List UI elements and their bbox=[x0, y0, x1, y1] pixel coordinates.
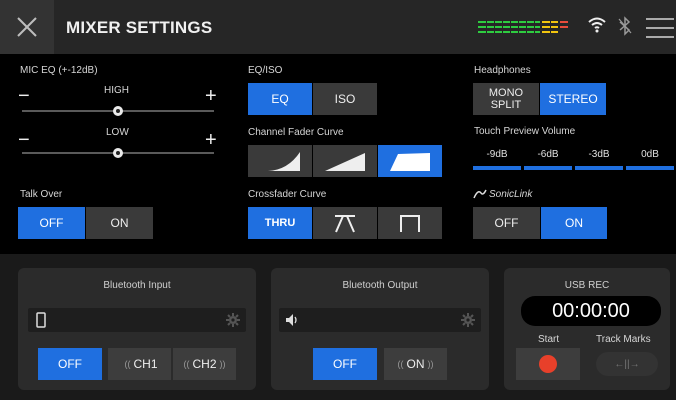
mic-eq-label: MIC EQ (+-12dB) bbox=[20, 65, 98, 76]
bluetooth-input-device-field[interactable] bbox=[28, 308, 246, 332]
bluetooth-output-on-button[interactable]: ((ON)) bbox=[384, 348, 447, 380]
crossfader-thru-button[interactable]: THRU bbox=[248, 207, 312, 239]
volume-bar-minus9 bbox=[473, 166, 521, 170]
on-label: ON bbox=[406, 357, 425, 371]
wave-left-icon: (( bbox=[183, 359, 190, 369]
fader-curve-fast-icon bbox=[390, 153, 430, 171]
soniclink-label: SonicLink bbox=[489, 188, 533, 200]
soniclink-on-button[interactable]: ON bbox=[541, 207, 607, 239]
bluetooth-input-panel: Bluetooth Input OFF ((CH1 ((CH2)) bbox=[18, 268, 256, 390]
mic-eq-high-plus[interactable]: + bbox=[205, 86, 217, 106]
bluetooth-status bbox=[618, 16, 632, 41]
crossfader-curve-cut-button[interactable] bbox=[313, 207, 377, 239]
volume-bar-minus3 bbox=[575, 166, 623, 170]
crossfader-curve-sharp-button[interactable] bbox=[378, 207, 442, 239]
volume-bar-minus6 bbox=[524, 166, 572, 170]
fader-curve-linear-button[interactable] bbox=[313, 145, 377, 177]
volume-option-0[interactable]: 0dB bbox=[626, 149, 674, 160]
mic-eq-low-minus[interactable]: − bbox=[18, 130, 30, 150]
wave-left-icon: (( bbox=[397, 359, 404, 369]
touch-preview-volume-label: Touch Preview Volume bbox=[474, 126, 576, 137]
bluetooth-input-ch2-button[interactable]: ((CH2)) bbox=[173, 348, 236, 380]
bluetooth-input-title: Bluetooth Input bbox=[103, 280, 171, 291]
eq-iso-label: EQ/ISO bbox=[248, 65, 283, 76]
talk-over-off-button[interactable]: OFF bbox=[18, 207, 85, 239]
mic-eq-low-plus[interactable]: + bbox=[205, 130, 217, 150]
fader-curve-slow-icon bbox=[260, 152, 300, 171]
wifi-status bbox=[588, 16, 606, 39]
wifi-icon bbox=[588, 17, 606, 33]
speaker-icon bbox=[286, 314, 297, 326]
mic-eq-high-label: HIGH bbox=[104, 85, 129, 96]
bluetooth-output-device-field[interactable] bbox=[279, 308, 481, 332]
close-icon bbox=[17, 17, 37, 37]
volume-option-minus9[interactable]: -9dB bbox=[473, 149, 521, 160]
bottom-section: Bluetooth Input OFF ((CH1 ((CH2)) Blue… bbox=[0, 254, 676, 400]
level-meter bbox=[478, 20, 574, 34]
menu-button[interactable] bbox=[646, 16, 676, 40]
soniclink-off-button[interactable]: OFF bbox=[473, 207, 540, 239]
track-marks-label: Track Marks bbox=[596, 334, 651, 345]
wave-right-icon: )) bbox=[427, 359, 434, 369]
rec-start-button[interactable] bbox=[516, 348, 580, 380]
record-icon bbox=[539, 355, 557, 373]
page-title: MIXER SETTINGS bbox=[66, 18, 213, 37]
mic-eq-high-knob[interactable] bbox=[113, 106, 123, 116]
track-marks-button[interactable]: ←||→ bbox=[596, 352, 658, 376]
soniclink-icon bbox=[473, 189, 487, 199]
soniclink-logo: SonicLink bbox=[473, 188, 532, 200]
usb-rec-panel: USB REC 00:00:00 Start Track Marks ←||→ bbox=[504, 268, 670, 390]
bluetooth-icon bbox=[618, 16, 632, 36]
rec-timer: 00:00:00 bbox=[521, 296, 661, 326]
bluetooth-output-off-button[interactable]: OFF bbox=[313, 348, 377, 380]
ch1-label: CH1 bbox=[133, 357, 158, 371]
fader-curve-linear-icon bbox=[325, 153, 365, 171]
stereo-button[interactable]: STEREO bbox=[540, 83, 606, 115]
close-button[interactable] bbox=[0, 0, 54, 54]
mono-split-button[interactable]: MONO SPLIT bbox=[473, 83, 539, 115]
crossfader-curve-label: Crossfader Curve bbox=[248, 189, 327, 200]
mic-eq-low-knob[interactable] bbox=[113, 148, 123, 158]
start-label: Start bbox=[538, 334, 560, 345]
bluetooth-output-title: Bluetooth Output bbox=[342, 280, 418, 291]
talk-over-label: Talk Over bbox=[20, 189, 63, 200]
iso-button[interactable]: ISO bbox=[313, 83, 377, 115]
eq-button[interactable]: EQ bbox=[248, 83, 312, 115]
gear-icon[interactable] bbox=[226, 313, 240, 327]
wave-left-icon: (( bbox=[124, 359, 131, 369]
phone-icon bbox=[36, 312, 46, 328]
gear-icon[interactable] bbox=[461, 313, 475, 327]
fader-curve-fast-button[interactable] bbox=[378, 145, 442, 177]
headphones-label: Headphones bbox=[474, 65, 531, 76]
wave-right-icon: )) bbox=[219, 359, 226, 369]
mic-eq-high-minus[interactable]: − bbox=[18, 86, 30, 106]
volume-option-minus6[interactable]: -6dB bbox=[524, 149, 572, 160]
volume-option-minus3[interactable]: -3dB bbox=[575, 149, 623, 160]
bluetooth-output-panel: Bluetooth Output OFF ((ON)) bbox=[271, 268, 489, 390]
bluetooth-input-ch1-button[interactable]: ((CH1 bbox=[108, 348, 171, 380]
channel-fader-curve-label: Channel Fader Curve bbox=[248, 127, 344, 138]
mic-eq-low-label: LOW bbox=[106, 127, 129, 138]
ch2-label: CH2 bbox=[192, 357, 217, 371]
menu-icon bbox=[646, 18, 674, 38]
usb-rec-title: USB REC bbox=[564, 280, 610, 291]
talk-over-on-button[interactable]: ON bbox=[86, 207, 153, 239]
bluetooth-input-off-button[interactable]: OFF bbox=[38, 348, 102, 380]
crossfader-curve-sharp-icon bbox=[400, 215, 420, 232]
header-bar: MIXER SETTINGS bbox=[0, 0, 676, 54]
fader-curve-slow-button[interactable] bbox=[248, 145, 312, 177]
crossfader-curve-cut-icon bbox=[335, 215, 355, 233]
volume-bar-0 bbox=[626, 166, 674, 170]
